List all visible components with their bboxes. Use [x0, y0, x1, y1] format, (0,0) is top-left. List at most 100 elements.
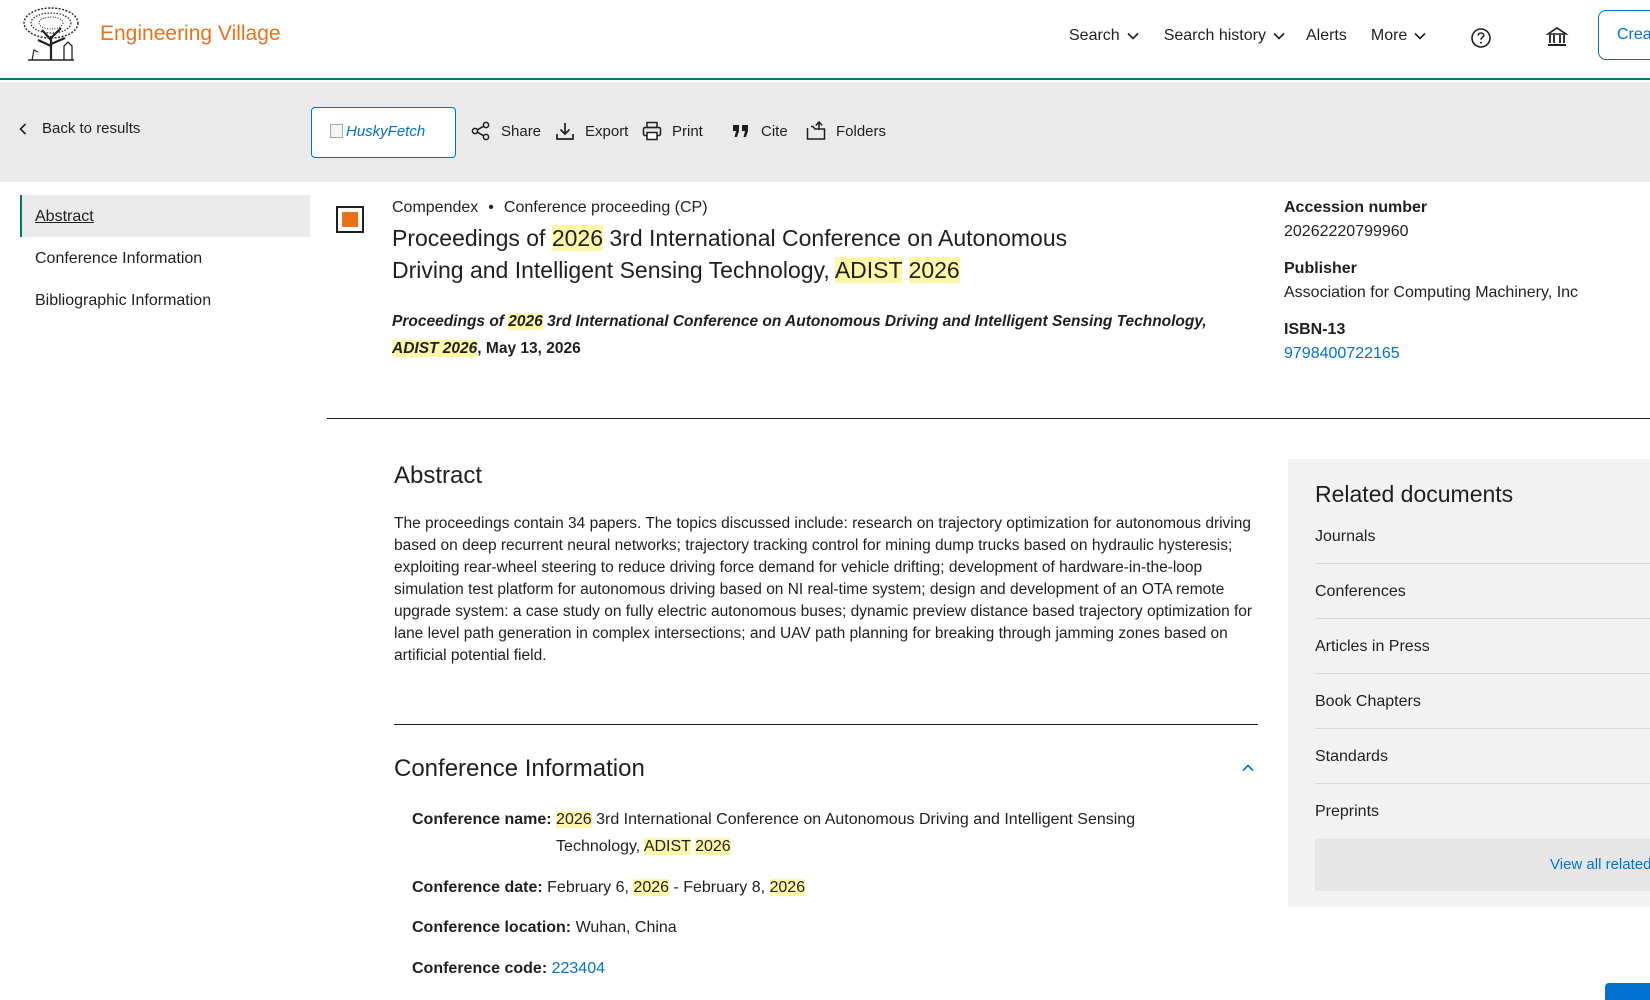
folders-button[interactable]: Folders — [805, 120, 886, 142]
institution-icon[interactable] — [1545, 25, 1569, 49]
related-item-journals[interactable]: Journals — [1315, 509, 1650, 564]
chevron-left-icon — [19, 122, 27, 135]
nav-more[interactable]: More — [1371, 27, 1427, 45]
main-nav: Search Search history Alerts More — [1069, 24, 1427, 48]
related-item-book-chapters[interactable]: Book Chapters — [1315, 674, 1650, 729]
conference-code-row: Conference code: 223404 — [412, 955, 605, 982]
conference-code-label: Conference code: — [412, 960, 548, 977]
related-documents-list: Journals Conferences Articles in Press B… — [1315, 509, 1650, 839]
nav-more-label: More — [1370, 27, 1408, 44]
title-highlight: 2026 — [551, 225, 603, 251]
title-highlight: ADIST — [834, 257, 903, 283]
conference-name-value: 2026 3rd International Conference on Aut… — [556, 806, 1196, 860]
view-all-related-link[interactable]: View all related — [1550, 856, 1650, 873]
nav-search[interactable]: Search — [1069, 27, 1140, 45]
date-text: February 6, — [547, 879, 634, 896]
document-type-line: Compendex • Conference proceeding (CP) — [392, 199, 708, 217]
source-highlight: ADIST 2026 — [392, 340, 478, 357]
share-icon — [471, 121, 490, 141]
abstract-heading: Abstract — [394, 462, 483, 489]
date-text: - February 8, — [669, 879, 770, 896]
chevron-down-icon — [1273, 32, 1285, 40]
database-name: Compendex — [392, 199, 479, 216]
related-documents-footer: View all related — [1315, 839, 1650, 891]
document-toolbar: Back to results HuskyFetch Share Export … — [0, 82, 1650, 182]
chevron-down-icon — [1414, 32, 1426, 40]
section-nav: Abstract Conference Information Bibliogr… — [20, 195, 310, 321]
date-highlight: 2026 — [769, 879, 806, 896]
conference-name-label: Conference name: — [412, 811, 552, 828]
title-text: Proceedings of — [392, 225, 552, 251]
source-date: , May 13, 2026 — [477, 340, 581, 357]
nav-alerts-label: Alerts — [1305, 27, 1347, 44]
export-label: Export — [585, 122, 629, 140]
name-highlight: 2026 — [695, 838, 731, 855]
name-highlight: 2026 — [556, 811, 592, 828]
chevron-down-icon — [1127, 32, 1139, 40]
conference-location-value: Wuhan, China — [575, 919, 677, 936]
related-item-conferences[interactable]: Conferences — [1315, 564, 1650, 619]
related-item-preprints[interactable]: Preprints — [1315, 784, 1650, 839]
conference-name-row: Conference name: 2026 3rd International … — [412, 806, 1196, 860]
title-text — [902, 257, 908, 283]
name-text: 3rd International Conference on Autonomo… — [591, 811, 1136, 828]
share-button[interactable]: Share — [470, 120, 541, 142]
publisher-value: Association for Computing Machinery, Inc — [1284, 284, 1579, 301]
huskyfetch-label: HuskyFetch — [346, 123, 426, 140]
folder-add-icon — [806, 120, 826, 140]
related-item-standards[interactable]: Standards — [1315, 729, 1650, 784]
cite-label: Cite — [761, 122, 788, 140]
back-to-results-label: Back to results — [42, 120, 141, 137]
isbn-link[interactable]: 9798400722165 — [1284, 345, 1644, 363]
back-to-results-link[interactable]: Back to results — [16, 120, 140, 137]
share-label: Share — [501, 122, 542, 140]
nav-search-label: Search — [1069, 27, 1120, 44]
source-text: 3rd International Conference on Autonomo… — [542, 313, 1207, 330]
section-nav-conference-information[interactable]: Conference Information — [20, 237, 310, 279]
conference-code-link[interactable]: 223404 — [552, 960, 605, 977]
select-record-checkbox[interactable] — [336, 206, 364, 233]
name-text: Technology, — [556, 838, 644, 855]
nav-search-history[interactable]: Search history — [1164, 27, 1286, 45]
print-button[interactable]: Print — [641, 120, 703, 142]
record-metadata: Accession number 20262220799960 Publishe… — [1284, 199, 1644, 382]
feedback-button[interactable] — [1605, 983, 1650, 1000]
name-highlight: ADIST — [643, 838, 691, 855]
nav-alerts[interactable]: Alerts — [1306, 27, 1347, 45]
separator-dot: • — [488, 199, 494, 216]
print-label: Print — [672, 122, 703, 140]
cite-button[interactable]: Cite — [730, 120, 788, 142]
divider — [327, 418, 1650, 419]
title-highlight: 2026 — [908, 257, 960, 283]
abstract-text: The proceedings contain 34 papers. The t… — [394, 515, 1253, 664]
document-title: Proceedings of 2026 3rd International Co… — [392, 222, 1112, 286]
folders-label: Folders — [836, 122, 887, 140]
divider — [394, 724, 1258, 725]
elsevier-tree-logo-icon[interactable] — [20, 6, 82, 62]
accession-number-label: Accession number — [1284, 199, 1428, 216]
download-icon — [556, 123, 574, 140]
publisher-label: Publisher — [1284, 260, 1357, 277]
related-item-articles-in-press[interactable]: Articles in Press — [1315, 619, 1650, 674]
source-highlight: 2026 — [508, 313, 543, 330]
brand-name[interactable]: Engineering Village — [100, 22, 281, 46]
related-documents-heading: Related documents — [1315, 481, 1514, 507]
chevron-up-icon[interactable] — [1240, 760, 1256, 776]
document-type: Conference proceeding (CP) — [503, 199, 708, 216]
create-account-button[interactable]: Crea — [1598, 10, 1650, 60]
huskyfetch-button[interactable]: HuskyFetch — [311, 107, 456, 158]
printer-icon — [642, 121, 662, 141]
top-header: Engineering Village Search Search histor… — [0, 0, 1650, 80]
section-nav-abstract[interactable]: Abstract — [20, 195, 310, 237]
export-button[interactable]: Export — [554, 120, 628, 142]
related-documents-panel: Related documents Journals Conferences A… — [1288, 459, 1650, 907]
accession-number-value: 20262220799960 — [1284, 223, 1409, 240]
nav-search-history-label: Search history — [1163, 27, 1266, 44]
section-nav-bibliographic-information[interactable]: Bibliographic Information — [20, 279, 310, 321]
conference-date-label: Conference date: — [412, 879, 543, 896]
conference-date-row: Conference date: February 6, 2026 - Febr… — [412, 874, 806, 901]
help-icon[interactable] — [1470, 27, 1492, 49]
source-text: Proceedings of — [392, 313, 509, 330]
source-title: Proceedings of 2026 3rd International Co… — [392, 308, 1242, 362]
conference-location-row: Conference location: Wuhan, China — [412, 914, 677, 941]
